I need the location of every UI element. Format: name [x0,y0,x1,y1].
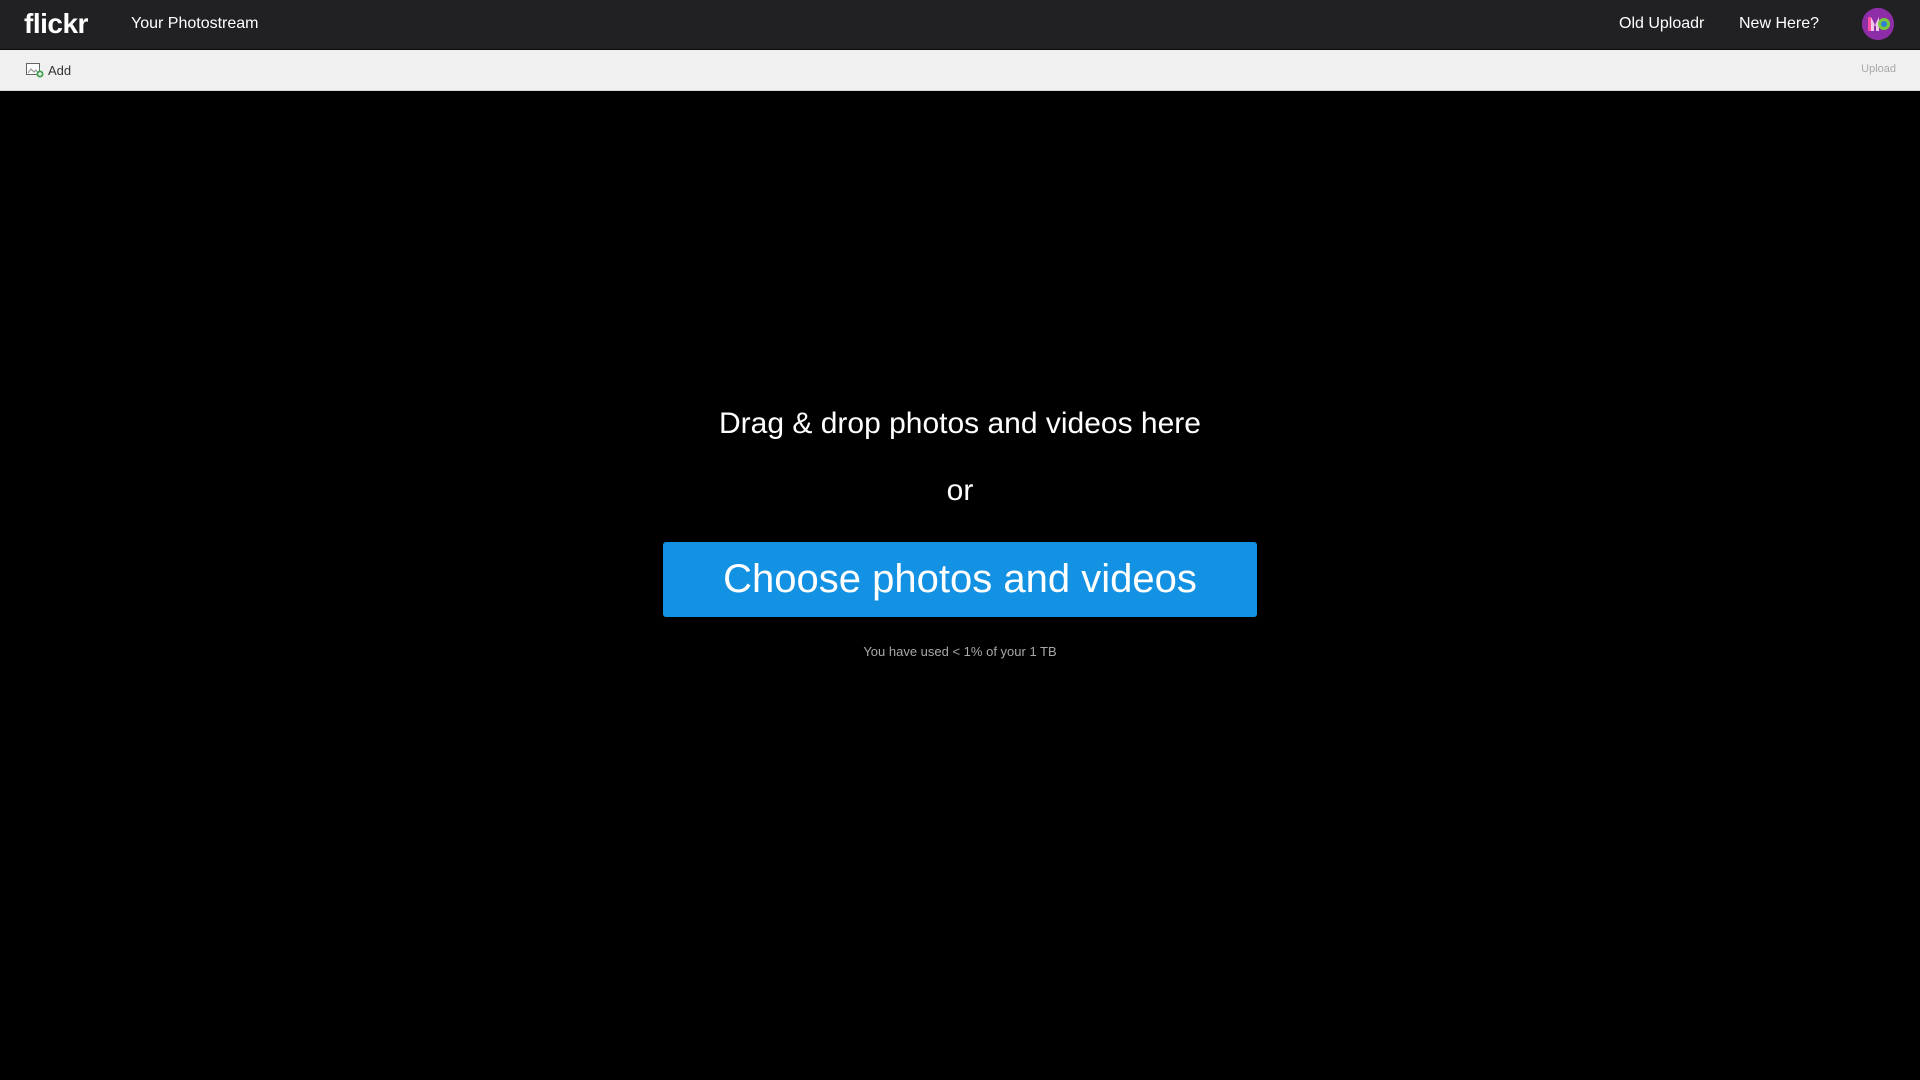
upload-button[interactable]: Upload [1861,63,1896,75]
your-photostream-link[interactable]: Your Photostream [131,15,258,33]
flickr-logo[interactable]: flickr [24,8,88,40]
old-uploadr-link[interactable]: Old Uploadr [1619,15,1704,33]
add-button[interactable]: Add [26,61,71,79]
user-avatar-icon[interactable] [1862,8,1894,40]
top-navigation-bar: flickr Your Photostream Old Uploadr New … [0,0,1920,50]
new-here-link[interactable]: New Here? [1739,15,1819,33]
add-button-label: Add [48,62,72,78]
add-photo-icon [26,63,44,78]
choose-photos-button[interactable]: Choose photos and videos [663,542,1257,617]
drag-drop-instruction: Drag & drop photos and videos here [719,407,1201,440]
drag-drop-zone[interactable]: Drag & drop photos and videos here or Ch… [0,91,1920,1080]
upload-toolbar: Add Upload [0,50,1920,91]
storage-usage-text: You have used < 1% of your 1 TB [863,644,1057,659]
or-separator: or [946,474,974,507]
avatar-image [1862,8,1894,40]
